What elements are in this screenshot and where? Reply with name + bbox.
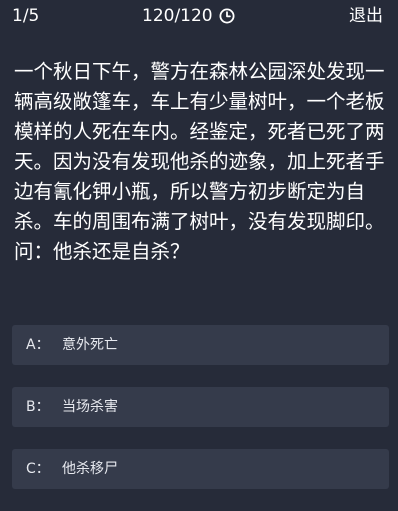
timer-value: 120/120 (142, 6, 213, 26)
question-progress: 1/5 (12, 6, 40, 26)
option-a-button[interactable]: A： 意外死亡 (12, 325, 389, 365)
top-bar: 1/5 120/120 退出 (0, 0, 398, 32)
option-letter: A： (26, 337, 50, 353)
option-label: 意外死亡 (62, 337, 118, 353)
clock-icon (219, 8, 235, 24)
option-b-button[interactable]: B： 当场杀害 (12, 387, 389, 427)
option-letter: B： (26, 399, 50, 415)
option-c-button[interactable]: C： 他杀移尸 (12, 449, 389, 489)
option-label: 当场杀害 (62, 399, 118, 415)
exit-button[interactable]: 退出 (349, 5, 383, 27)
option-letter: C： (26, 461, 50, 477)
option-label: 他杀移尸 (62, 461, 118, 477)
countdown-timer: 120/120 (142, 6, 235, 26)
question-text: 一个秋日下午，警方在森林公园深处发现一辆高级敞篷车，车上有少量树叶，一个老板模样… (14, 60, 385, 263)
answer-options: A： 意外死亡 B： 当场杀害 C： 他杀移尸 (12, 325, 389, 511)
